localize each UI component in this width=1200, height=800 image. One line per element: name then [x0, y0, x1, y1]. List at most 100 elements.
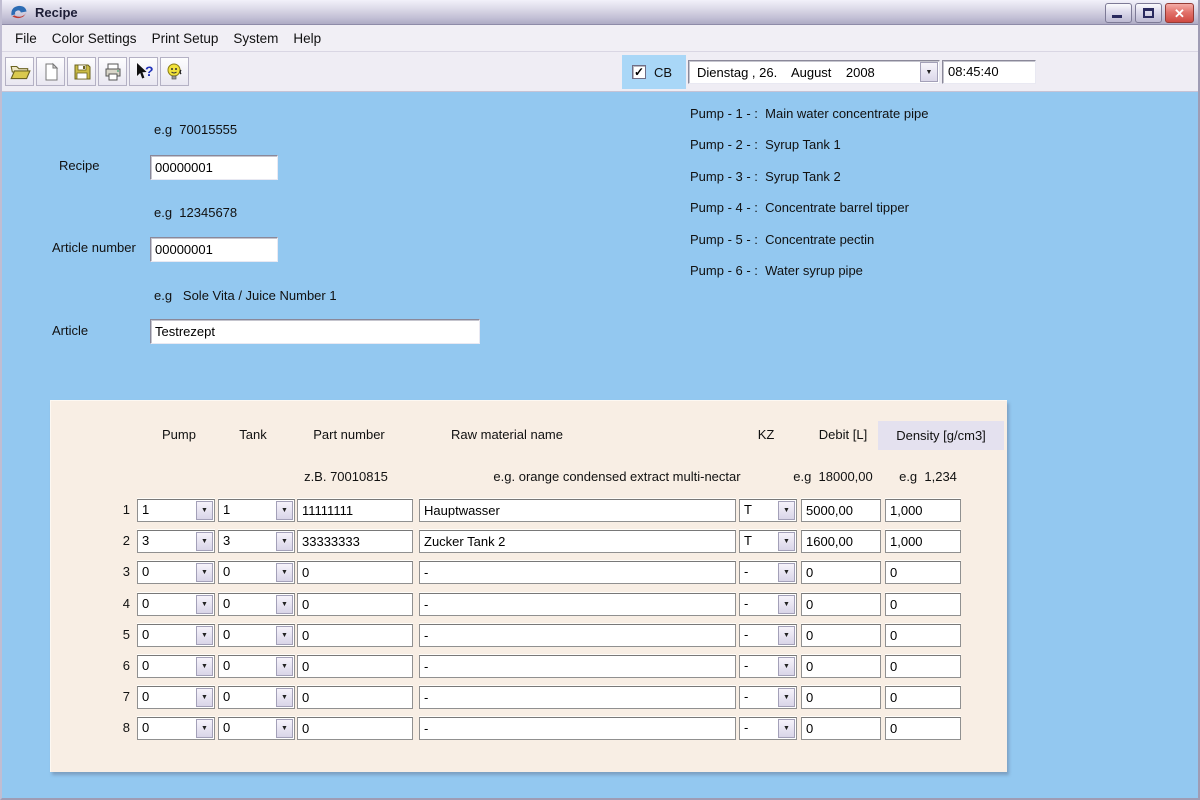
minimize-button[interactable]: [1105, 3, 1132, 23]
chevron-down-icon[interactable]: ▼: [196, 626, 213, 645]
part-number-input[interactable]: [297, 593, 413, 616]
article-input[interactable]: [150, 319, 480, 344]
tank-select[interactable]: 1 ▼: [218, 499, 295, 522]
open-button[interactable]: [5, 57, 34, 86]
part-number-input[interactable]: [297, 624, 413, 647]
chevron-down-icon[interactable]: ▼: [196, 501, 213, 520]
kz-select[interactable]: - ▼: [739, 686, 797, 709]
raw-material-input[interactable]: [419, 717, 736, 740]
chevron-down-icon[interactable]: ▼: [196, 532, 213, 551]
chevron-down-icon[interactable]: ▼: [196, 563, 213, 582]
part-number-input[interactable]: [297, 561, 413, 584]
menu-item[interactable]: System: [232, 29, 279, 48]
debit-input[interactable]: [801, 717, 881, 740]
pump-select[interactable]: 0 ▼: [137, 655, 215, 678]
part-number-input[interactable]: [297, 499, 413, 522]
debit-input[interactable]: [801, 655, 881, 678]
kz-select[interactable]: - ▼: [739, 717, 797, 740]
chevron-down-icon[interactable]: ▼: [276, 595, 293, 614]
raw-material-input[interactable]: [419, 499, 736, 522]
help-button[interactable]: ?: [129, 57, 158, 86]
chevron-down-icon[interactable]: ▼: [920, 62, 938, 82]
tank-select[interactable]: 0 ▼: [218, 624, 295, 647]
pump-select[interactable]: 3 ▼: [137, 530, 215, 553]
chevron-down-icon[interactable]: ▼: [778, 719, 795, 738]
pump-select[interactable]: 0 ▼: [137, 717, 215, 740]
pump-select[interactable]: 0 ▼: [137, 686, 215, 709]
recipe-input[interactable]: [150, 155, 278, 180]
raw-material-input[interactable]: [419, 686, 736, 709]
chevron-down-icon[interactable]: ▼: [778, 563, 795, 582]
maximize-button[interactable]: [1135, 3, 1162, 23]
menu-item[interactable]: Print Setup: [151, 29, 220, 48]
chevron-down-icon[interactable]: ▼: [778, 626, 795, 645]
debit-input[interactable]: [801, 624, 881, 647]
chevron-down-icon[interactable]: ▼: [276, 563, 293, 582]
chevron-down-icon[interactable]: ▼: [276, 688, 293, 707]
pump-select[interactable]: 0 ▼: [137, 561, 215, 584]
part-number-input[interactable]: [297, 530, 413, 553]
chevron-down-icon[interactable]: ▼: [276, 501, 293, 520]
raw-material-input[interactable]: [419, 530, 736, 553]
raw-material-input[interactable]: [419, 561, 736, 584]
cb-checkbox[interactable]: ✓: [632, 65, 646, 79]
kz-select[interactable]: - ▼: [739, 561, 797, 584]
pump-select[interactable]: 0 ▼: [137, 593, 215, 616]
print-button[interactable]: [98, 57, 127, 86]
tank-select[interactable]: 0 ▼: [218, 593, 295, 616]
menu-item[interactable]: File: [14, 29, 38, 48]
menu-item[interactable]: Color Settings: [51, 29, 138, 48]
chevron-down-icon[interactable]: ▼: [196, 688, 213, 707]
kz-select[interactable]: T ▼: [739, 499, 797, 522]
tank-select[interactable]: 3 ▼: [218, 530, 295, 553]
pump-select[interactable]: 0 ▼: [137, 624, 215, 647]
debit-input[interactable]: [801, 561, 881, 584]
chevron-down-icon[interactable]: ▼: [196, 719, 213, 738]
tips-button[interactable]: [160, 57, 189, 86]
chevron-down-icon[interactable]: ▼: [276, 532, 293, 551]
chevron-down-icon[interactable]: ▼: [276, 657, 293, 676]
part-number-input[interactable]: [297, 686, 413, 709]
tank-select[interactable]: 0 ▼: [218, 686, 295, 709]
kz-select[interactable]: - ▼: [739, 593, 797, 616]
density-input[interactable]: [885, 499, 961, 522]
density-input[interactable]: [885, 624, 961, 647]
raw-material-input[interactable]: [419, 593, 736, 616]
kz-select[interactable]: T ▼: [739, 530, 797, 553]
tank-select[interactable]: 0 ▼: [218, 655, 295, 678]
density-input[interactable]: [885, 593, 961, 616]
save-button[interactable]: [67, 57, 96, 86]
menu-item[interactable]: Help: [292, 29, 322, 48]
raw-material-input[interactable]: [419, 655, 736, 678]
chevron-down-icon[interactable]: ▼: [196, 657, 213, 676]
part-number-input[interactable]: [297, 717, 413, 740]
debit-input[interactable]: [801, 593, 881, 616]
debit-input[interactable]: [801, 530, 881, 553]
density-input[interactable]: [885, 686, 961, 709]
chevron-down-icon[interactable]: ▼: [778, 501, 795, 520]
chevron-down-icon[interactable]: ▼: [778, 657, 795, 676]
density-input[interactable]: [885, 561, 961, 584]
chevron-down-icon[interactable]: ▼: [276, 626, 293, 645]
close-button[interactable]: ✕: [1165, 3, 1194, 23]
chevron-down-icon[interactable]: ▼: [778, 688, 795, 707]
pump-select[interactable]: 1 ▼: [137, 499, 215, 522]
chevron-down-icon[interactable]: ▼: [778, 532, 795, 551]
kz-select[interactable]: - ▼: [739, 624, 797, 647]
density-input[interactable]: [885, 655, 961, 678]
raw-material-input[interactable]: [419, 624, 736, 647]
tank-select[interactable]: 0 ▼: [218, 561, 295, 584]
density-input[interactable]: [885, 717, 961, 740]
chevron-down-icon[interactable]: ▼: [778, 595, 795, 614]
kz-select[interactable]: - ▼: [739, 655, 797, 678]
date-dropdown[interactable]: Dienstag , 26. August 2008 ▼: [688, 60, 940, 84]
chevron-down-icon[interactable]: ▼: [196, 595, 213, 614]
part-number-input[interactable]: [297, 655, 413, 678]
chevron-down-icon[interactable]: ▼: [276, 719, 293, 738]
density-input[interactable]: [885, 530, 961, 553]
tank-select[interactable]: 0 ▼: [218, 717, 295, 740]
debit-input[interactable]: [801, 499, 881, 522]
article-number-input[interactable]: [150, 237, 278, 262]
debit-input[interactable]: [801, 686, 881, 709]
new-button[interactable]: [36, 57, 65, 86]
